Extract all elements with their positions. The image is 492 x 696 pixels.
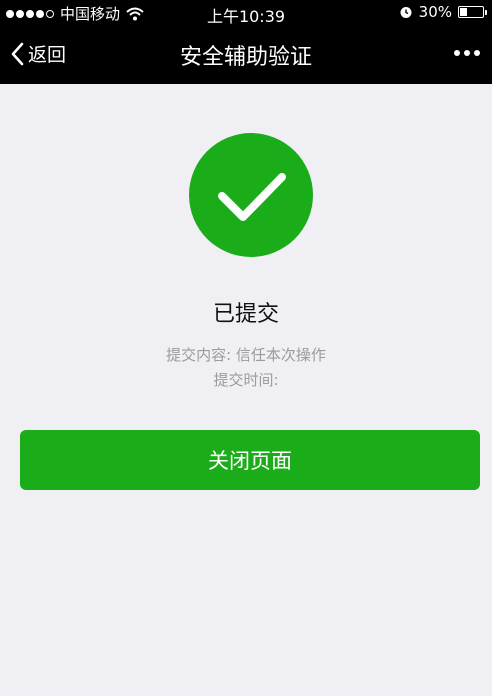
battery-fill (460, 8, 467, 16)
close-page-button[interactable]: 关闭页面 (20, 430, 480, 490)
battery-percentage: 30% (418, 3, 452, 21)
submit-time-text: 提交时间: (213, 371, 279, 389)
more-dot-icon (474, 50, 480, 56)
more-dot-icon (454, 50, 460, 56)
page-title: 安全辅助验证 (179, 45, 312, 70)
result-description: 提交内容: 信任本次操作 提交时间: (0, 343, 492, 393)
status-bar: 中国移动 上午10:39 30% (0, 0, 492, 26)
status-bar-right: 30% (399, 3, 487, 21)
more-dot-icon (464, 50, 470, 56)
alarm-clock-icon (400, 7, 412, 18)
more-options-button[interactable] (454, 50, 480, 56)
result-title: 已提交 (212, 302, 279, 327)
nav-bar: 返回 安全辅助验证 (0, 26, 492, 84)
battery-icon (458, 6, 487, 18)
success-check-icon (189, 133, 313, 257)
submit-content-text: 提交内容: 信任本次操作 (166, 346, 326, 364)
